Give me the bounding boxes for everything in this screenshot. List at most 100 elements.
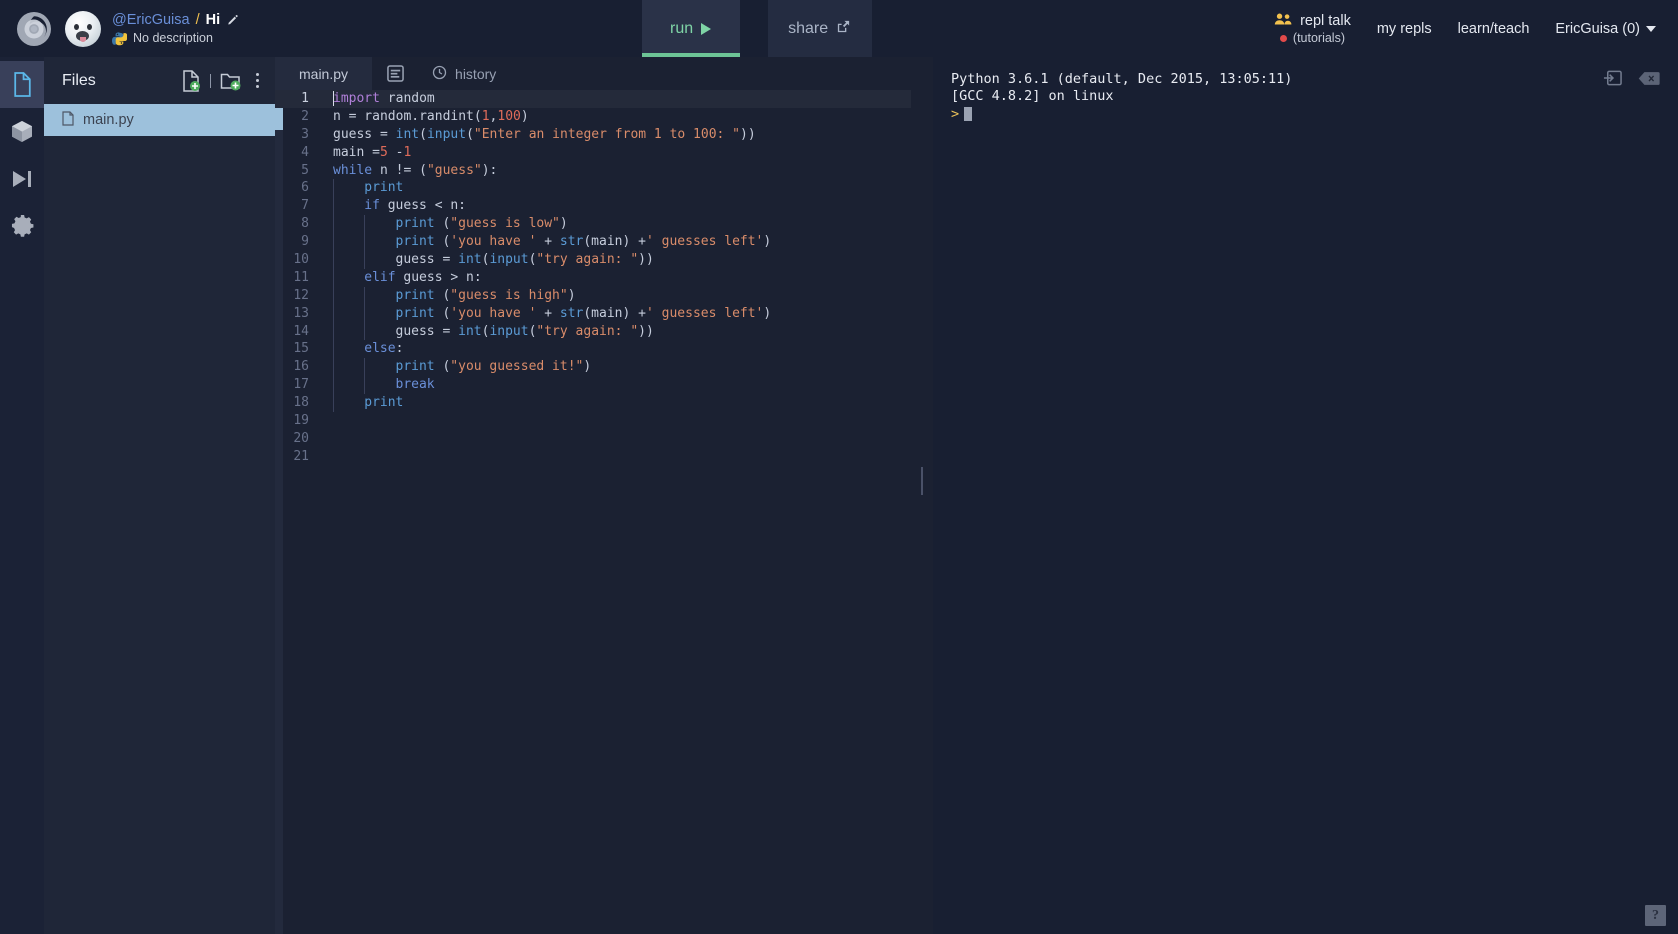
repl-title: @EricGuisa / Hi — [112, 12, 239, 29]
code-line[interactable]: 12 print ("guess is high") — [275, 286, 911, 305]
code-line-text: print ("you guessed it!") — [321, 358, 591, 377]
sidebar-item-debugger[interactable] — [0, 155, 44, 202]
tab-history[interactable]: history — [418, 57, 511, 90]
learn-teach-link[interactable]: learn/teach — [1458, 21, 1530, 37]
prompt-arrow-icon: > — [951, 106, 960, 122]
share-label: share — [788, 19, 829, 37]
files-panel-title: Files — [62, 71, 96, 89]
sidebar-item-settings[interactable] — [0, 202, 44, 249]
panel-resize-handle[interactable] — [921, 467, 923, 495]
line-number: 10 — [293, 252, 309, 268]
line-number: 5 — [301, 162, 309, 178]
code-token: - — [387, 144, 404, 160]
run-button[interactable]: run — [641, 0, 740, 57]
indent-guide — [349, 340, 357, 358]
add-file-icon[interactable] — [181, 69, 201, 92]
indent-guide — [341, 251, 349, 269]
console-prompt-row[interactable]: > — [951, 106, 1678, 122]
indent-guide — [333, 268, 341, 287]
user-menu[interactable]: EricGuisa (0) — [1555, 21, 1656, 37]
code-token: import — [333, 91, 380, 106]
code-line[interactable]: 2 n = random.randint(1,100) — [275, 108, 911, 126]
code-token: n != ( — [372, 162, 427, 178]
code-line[interactable]: 21 — [275, 448, 911, 466]
code-token: "guess is high" — [450, 287, 568, 303]
code-token: print — [395, 287, 435, 303]
code-token: ( — [434, 305, 451, 321]
pencil-icon[interactable] — [226, 14, 239, 27]
replit-logo-icon[interactable] — [14, 9, 54, 49]
code-line[interactable]: 19 — [275, 412, 911, 430]
files-panel-actions — [181, 69, 263, 92]
code-token: : — [395, 341, 404, 357]
code-token: 'you have ' — [450, 234, 537, 250]
repl-talk-label: repl talk — [1300, 13, 1351, 29]
header-left: @EricGuisa / Hi No description — [0, 0, 239, 57]
console-panel[interactable]: Python 3.6.1 (default, Dec 2015, 13:05:1… — [933, 57, 1678, 934]
kebab-menu-icon[interactable] — [252, 71, 263, 90]
code-line[interactable]: 9 print ('you have ' + str(main) +' gues… — [275, 233, 911, 252]
code-line-text: print ('you have ' + str(main) +' guesse… — [321, 304, 771, 323]
indent-guide — [356, 340, 364, 358]
share-button[interactable]: share — [767, 0, 872, 57]
repl-owner-link[interactable]: @EricGuisa — [112, 12, 190, 29]
code-token: "Enter an integer from 1 to 100: " — [473, 126, 741, 142]
help-button[interactable]: ? — [1645, 905, 1666, 926]
code-token: ( — [434, 359, 451, 375]
code-line[interactable]: 4 main =5 -1 — [275, 144, 911, 162]
code-token: print — [364, 395, 404, 411]
code-line-text: elif guess > n: — [321, 268, 482, 287]
code-line-text: n = random.randint(1,100) — [321, 108, 529, 126]
code-line[interactable]: 11 elif guess > n: — [275, 268, 911, 287]
repl-talk-group[interactable]: repl talk (tutorials) — [1274, 12, 1351, 45]
repl-talk-link[interactable]: repl talk — [1274, 12, 1351, 30]
code-line[interactable]: 17 break — [275, 376, 911, 395]
code-line[interactable]: 6 print — [275, 179, 911, 198]
code-token: n = random.randint( — [333, 108, 482, 124]
panel-divider[interactable] — [911, 57, 933, 934]
code-line-text: break — [321, 376, 435, 395]
indent-guide — [380, 358, 388, 376]
code-line[interactable]: 10 guess = int(input("try again: ")) — [275, 251, 911, 269]
code-line[interactable]: 1 import random — [275, 90, 911, 108]
indent-guide — [364, 304, 372, 323]
document-format-icon[interactable] — [372, 57, 419, 90]
sidebar-item-packages[interactable] — [0, 108, 44, 155]
code-line[interactable]: 15 else: — [275, 340, 911, 359]
code-line[interactable]: 16 print ("you guessed it!") — [275, 358, 911, 377]
indent-guide — [333, 340, 341, 359]
code-line-text: while n != ("guess"): — [321, 162, 497, 180]
tab-main-py[interactable]: main.py — [275, 57, 373, 90]
code-line[interactable]: 20 — [275, 430, 911, 448]
avatar[interactable] — [65, 10, 101, 47]
code-line[interactable]: 7 if guess < n: — [275, 197, 911, 216]
indent-guide — [364, 215, 372, 234]
indent-guide — [356, 376, 364, 394]
line-number: 7 — [301, 198, 309, 214]
code-lines-container[interactable]: 1 import random 2 n = random.randint(1,100)… — [275, 90, 911, 934]
add-folder-icon[interactable] — [220, 71, 243, 91]
repl-description[interactable]: No description — [133, 31, 213, 45]
repl-description-row: No description — [112, 31, 239, 46]
file-list-item-main-py[interactable]: main.py — [44, 104, 275, 136]
line-number: 2 — [301, 108, 309, 124]
code-line[interactable]: 14 guess = int(input("try again: ")) — [275, 322, 911, 341]
code-token: "try again: " — [536, 323, 639, 339]
code-token: (main) + — [583, 305, 646, 321]
console-output[interactable]: Python 3.6.1 (default, Dec 2015, 13:05:1… — [933, 57, 1678, 934]
files-panel: Files main.py — [44, 57, 275, 934]
user-menu-label: EricGuisa (0) — [1555, 20, 1640, 37]
code-editor[interactable]: 1 import random 2 n = random.randint(1,100)… — [275, 90, 911, 934]
sidebar-item-files[interactable] — [0, 61, 44, 108]
code-line[interactable]: 8 print ("guess is low") — [275, 215, 911, 234]
indent-guide — [349, 179, 357, 197]
code-line[interactable]: 18 print — [275, 394, 911, 413]
code-line[interactable]: 3 guess = int(input("Enter an integer fro… — [275, 126, 911, 144]
code-token: ) — [559, 216, 568, 232]
tutorials-link[interactable]: (tutorials) — [1279, 31, 1345, 45]
code-line[interactable]: 5 while n != ("guess"): — [275, 162, 911, 180]
code-token: if — [364, 198, 380, 214]
my-repls-link[interactable]: my repls — [1377, 21, 1432, 37]
line-number: 9 — [301, 234, 309, 250]
code-line[interactable]: 13 print ('you have ' + str(main) +' gue… — [275, 304, 911, 323]
